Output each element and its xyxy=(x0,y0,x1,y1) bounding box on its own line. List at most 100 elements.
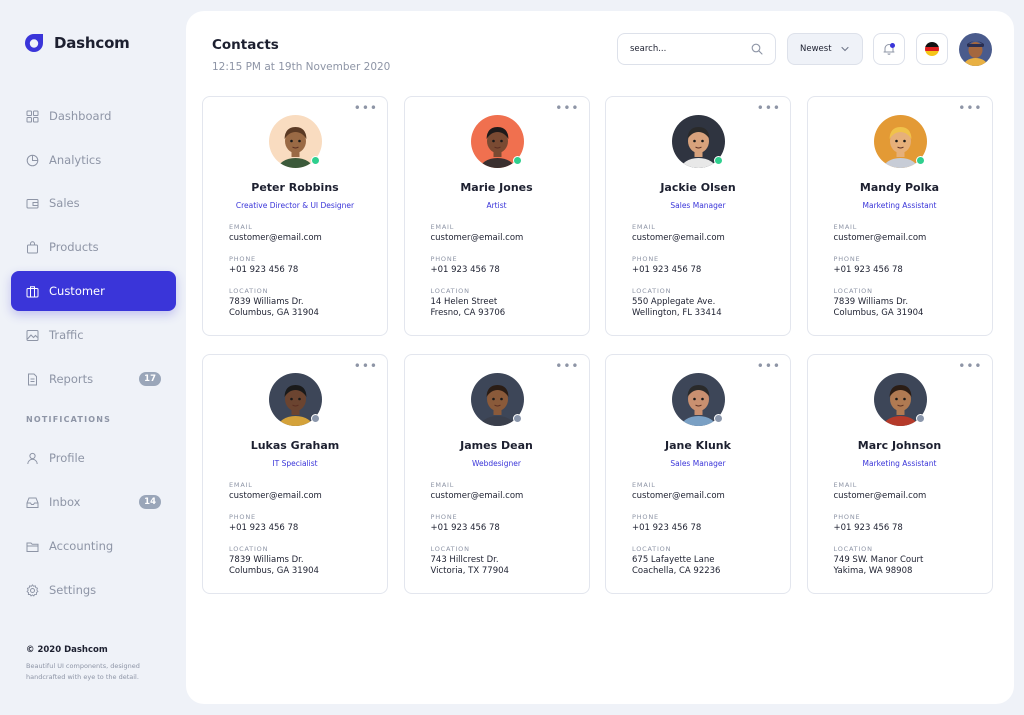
sort-dropdown[interactable]: Newest xyxy=(787,33,863,65)
phone-label: PHONE xyxy=(632,513,659,521)
location-city: Yakima, WA 98908 xyxy=(833,566,913,576)
more-options-icon[interactable]: ••• xyxy=(354,102,378,114)
search-placeholder: search... xyxy=(630,44,667,54)
search-icon xyxy=(751,43,763,55)
contact-name: Marc Johnson xyxy=(857,439,942,452)
location-label: LOCATION xyxy=(229,545,269,553)
phone-value[interactable]: +01 923 456 78 xyxy=(229,523,379,534)
location-city: Coachella, CA 92236 xyxy=(632,566,721,576)
sidebar-item-traffic[interactable]: Traffic xyxy=(11,315,176,355)
email-field: EMAIL customer@email.com xyxy=(229,223,379,244)
sidebar-item-products[interactable]: Products xyxy=(11,227,176,267)
phone-label: PHONE xyxy=(430,255,458,263)
phone-value[interactable]: +01 923 456 78 xyxy=(431,523,581,534)
location-field: LOCATION 550 Applegate Ave. Wellington, FL… xyxy=(632,287,782,319)
phone-value[interactable]: +01 923 456 78 xyxy=(632,265,782,276)
notifications-button[interactable] xyxy=(873,33,905,65)
email-label: EMAIL xyxy=(833,481,858,489)
search-input[interactable]: search... xyxy=(617,33,776,65)
grid-icon xyxy=(26,110,39,123)
phone-value[interactable]: +01 923 456 78 xyxy=(834,265,984,276)
sidebar-item-analytics[interactable]: Analytics xyxy=(11,140,176,180)
location-label: LOCATION xyxy=(833,545,873,553)
location-street: 7839 Williams Dr. xyxy=(229,555,304,565)
sidebar-item-reports[interactable]: Reports 17 xyxy=(11,359,176,399)
email-value[interactable]: customer@email.com xyxy=(834,491,984,502)
contact-role: Webdesigner xyxy=(472,459,521,468)
bag-icon xyxy=(26,240,39,254)
email-value[interactable]: customer@email.com xyxy=(632,491,782,502)
page-timestamp: 12:15 PM at 19th November 2020 xyxy=(212,61,391,73)
sidebar-item-settings[interactable]: Settings xyxy=(11,570,176,610)
sidebar-item-profile[interactable]: Profile xyxy=(11,438,176,478)
contact-name: Marie Jones xyxy=(460,181,533,194)
inbox-count-badge: 14 xyxy=(139,495,161,509)
online-status-dot xyxy=(915,156,925,165)
sidebar-item-sales[interactable]: Sales xyxy=(11,183,176,223)
user-icon xyxy=(26,452,39,465)
sidebar: Dashcom Dashboard Analytics Sales Products C… xyxy=(0,0,186,715)
copyright: © 2020 Dashcom xyxy=(26,645,108,655)
location-street: 675 Lafayette Lane xyxy=(632,555,715,565)
contact-card[interactable]: ••• Peter Robbins Creative Director & UI D… xyxy=(202,96,388,336)
email-value[interactable]: customer@email.com xyxy=(431,233,581,244)
phone-field: PHONE +01 923 456 78 xyxy=(834,513,984,534)
contact-card[interactable]: ••• Lukas Graham IT Specialist EMAIL custome… xyxy=(202,354,388,594)
notification-dot xyxy=(890,43,895,48)
document-icon xyxy=(26,373,39,386)
email-label: EMAIL xyxy=(229,223,253,231)
contact-card[interactable]: ••• James Dean Webdesigner EMAIL customer@em… xyxy=(403,354,590,594)
contact-role: IT Specialist xyxy=(272,459,318,468)
image-icon xyxy=(26,329,39,342)
phone-value[interactable]: +01 923 456 78 xyxy=(229,265,379,276)
location-field: LOCATION 675 Lafayette Lane Coachella, CA … xyxy=(632,545,782,577)
pie-chart-icon xyxy=(26,154,39,167)
contact-card[interactable]: ••• Marc Johnson Marketing Assistant EMAIL c… xyxy=(806,354,993,594)
phone-field: PHONE +01 923 456 78 xyxy=(229,513,379,534)
more-options-icon[interactable]: ••• xyxy=(354,360,378,372)
user-avatar[interactable] xyxy=(959,33,992,66)
phone-value[interactable]: +01 923 456 78 xyxy=(632,523,782,534)
sidebar-item-inbox[interactable]: Inbox 14 xyxy=(11,482,176,522)
more-options-icon[interactable]: ••• xyxy=(555,360,579,372)
contact-card[interactable]: ••• Mandy Polka Marketing Assistant EMAIL cu… xyxy=(806,96,993,336)
email-value[interactable]: customer@email.com xyxy=(229,491,379,502)
more-options-icon[interactable]: ••• xyxy=(757,360,781,372)
email-value[interactable]: customer@email.com xyxy=(632,233,782,244)
location-street: 550 Applegate Ave. xyxy=(632,297,716,307)
phone-label: PHONE xyxy=(833,513,861,521)
sidebar-item-customer[interactable]: Customer xyxy=(11,271,176,311)
more-options-icon[interactable]: ••• xyxy=(958,102,982,114)
phone-label: PHONE xyxy=(430,513,458,521)
email-label: EMAIL xyxy=(229,481,253,489)
contact-name: Jane Klunk xyxy=(665,439,731,452)
location-street: 7839 Williams Dr. xyxy=(833,297,909,307)
sidebar-item-accounting[interactable]: Accounting xyxy=(11,526,176,566)
location-city: Victoria, TX 77904 xyxy=(430,566,509,576)
sidebar-item-label: Traffic xyxy=(49,328,84,342)
sidebar-item-label: Dashboard xyxy=(49,109,112,123)
email-value[interactable]: customer@email.com xyxy=(229,233,379,244)
more-options-icon[interactable]: ••• xyxy=(958,360,982,372)
reports-count-badge: 17 xyxy=(139,372,161,386)
brand-logo[interactable]: Dashcom xyxy=(22,31,130,55)
sidebar-item-label: Sales xyxy=(49,196,80,210)
contact-card[interactable]: ••• Jackie Olsen Sales Manager EMAIL custome… xyxy=(605,96,791,336)
more-options-icon[interactable]: ••• xyxy=(555,102,579,114)
more-options-icon[interactable]: ••• xyxy=(757,102,781,114)
email-label: EMAIL xyxy=(833,223,858,231)
contact-card[interactable]: ••• Marie Jones Artist EMAIL customer@email.… xyxy=(403,96,590,336)
language-button[interactable] xyxy=(916,33,948,65)
email-value[interactable]: customer@email.com xyxy=(431,491,581,502)
email-value[interactable]: customer@email.com xyxy=(834,233,984,244)
contact-card[interactable]: ••• Jane Klunk Sales Manager EMAIL customer@… xyxy=(605,354,791,594)
phone-value[interactable]: +01 923 456 78 xyxy=(431,265,581,276)
online-status-dot xyxy=(714,156,723,165)
sidebar-item-dashboard[interactable]: Dashboard xyxy=(11,96,176,136)
location-field: LOCATION 743 Hillcrest Dr. Victoria, TX 77… xyxy=(431,545,581,577)
location-street: 14 Helen Street xyxy=(430,297,498,307)
location-label: LOCATION xyxy=(833,287,873,295)
email-field: EMAIL customer@email.com xyxy=(431,481,581,502)
phone-value[interactable]: +01 923 456 78 xyxy=(834,523,984,534)
email-label: EMAIL xyxy=(430,481,455,489)
